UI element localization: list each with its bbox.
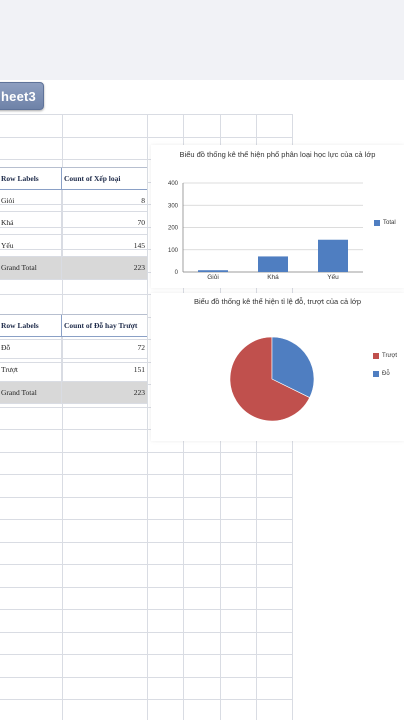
legend-label: Total [383, 220, 396, 226]
bar-chart-plot: 0 100 200 300 400 Giỏi Khá Yếu [168, 181, 363, 281]
pivot-header-row[interactable]: Row Labels Count of Đỗ hay Trượt [0, 314, 147, 337]
grid-row-line [0, 136, 292, 138]
grid-row-line [0, 654, 292, 655]
row-value: 70 [137, 218, 146, 228]
pie-legend-truot: Trượt [373, 353, 397, 359]
row-label: Trượt [0, 359, 62, 381]
legend-swatch [373, 353, 379, 359]
grid-row-line [0, 586, 292, 588]
y-tick-label: 400 [168, 181, 179, 187]
grid-row-line [0, 564, 292, 565]
x-tick-label: Khá [267, 274, 279, 281]
y-tick-label: 0 [175, 270, 179, 276]
grand-total-row[interactable]: Grand Total 223 [0, 381, 147, 404]
grand-total-value: 223 [133, 387, 145, 397]
grid-row-line [0, 609, 292, 610]
grand-total-row[interactable]: Grand Total 223 [0, 257, 147, 280]
grid-row-line [0, 519, 292, 520]
pivot-table-do-truot: Row Labels Count of Đỗ hay Trượt Đỗ 72 T… [0, 314, 147, 404]
bar [318, 239, 348, 272]
table-row[interactable]: Đỗ 72 [0, 336, 147, 359]
row-value: 145 [133, 240, 145, 250]
row-value: 72 [137, 342, 146, 352]
count-header[interactable]: Count of Đỗ hay Trượt [62, 315, 147, 336]
grid-row-line [0, 496, 292, 498]
pie-chart-plot [229, 336, 315, 422]
bar [258, 256, 288, 272]
grand-total-value: 223 [133, 263, 145, 273]
row-labels-header[interactable]: Row Labels [0, 168, 62, 189]
grid-row-line [0, 541, 292, 543]
y-tick-label: 300 [168, 203, 179, 209]
y-tick-label: 100 [168, 248, 179, 254]
legend-swatch [373, 371, 379, 377]
grid-row-line [0, 474, 292, 475]
grid-row-line [0, 451, 292, 453]
legend-swatch [374, 220, 380, 226]
row-label: Giỏi [0, 189, 62, 211]
table-row[interactable]: Khá 70 [0, 212, 147, 235]
row-label: Đỗ [0, 336, 62, 358]
grand-total-label: Grand Total [0, 257, 62, 279]
grid-row-line [0, 631, 292, 633]
pie-legend-do: Đỗ [373, 371, 390, 377]
sheet-tab[interactable]: heet3 [0, 82, 44, 110]
top-bar [0, 0, 404, 80]
y-tick-label: 200 [168, 226, 179, 232]
grand-total-label: Grand Total [0, 381, 62, 403]
pivot-table-xep-loai: Row Labels Count of Xếp loại Giỏi 8 Khá … [0, 167, 147, 280]
row-value: 8 [141, 195, 145, 205]
row-labels-header[interactable]: Row Labels [0, 315, 62, 336]
table-row[interactable]: Trượt 151 [0, 359, 147, 382]
grid-row-line [0, 699, 292, 700]
row-value: 151 [133, 365, 145, 375]
bar-legend: Total [374, 220, 396, 226]
bar-chart[interactable]: Biểu đồ thống kê thể hiện phổ phân loại … [151, 145, 404, 288]
x-tick-label: Yếu [327, 272, 339, 281]
grid-row-line [0, 114, 292, 115]
legend-label: Đỗ [382, 371, 390, 377]
row-label: Khá [0, 212, 62, 234]
grid-row-line [0, 676, 292, 678]
table-row[interactable]: Giỏi 8 [0, 189, 147, 212]
pie-chart[interactable]: Biểu đồ thống kê thể hiện tỉ lệ đỗ, trượ… [151, 293, 404, 441]
legend-label: Trượt [382, 353, 398, 359]
count-header[interactable]: Count of Xếp loại [62, 168, 147, 189]
pivot-header-row[interactable]: Row Labels Count of Xếp loại [0, 167, 147, 190]
table-row[interactable]: Yếu 145 [0, 234, 147, 257]
row-label: Yếu [0, 234, 62, 256]
x-tick-label: Giỏi [207, 273, 219, 281]
bar [198, 270, 228, 272]
